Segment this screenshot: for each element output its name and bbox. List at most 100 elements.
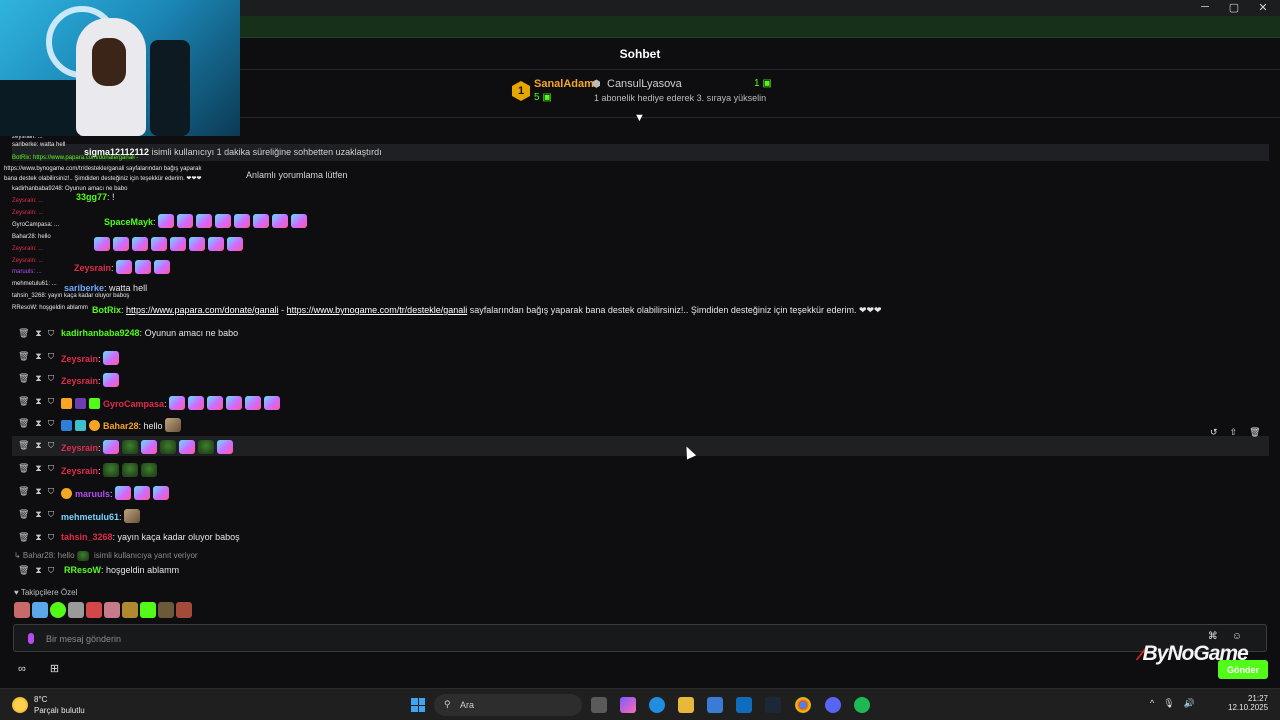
- discord-icon[interactable]: [825, 697, 841, 713]
- minimize-button[interactable]: ─: [1190, 1, 1220, 13]
- emote-icon: [160, 440, 177, 454]
- emote-icon: [165, 418, 182, 432]
- taskbar: 8°C Parçalı bulutlu ⚲ Ara ^🎙🔊 21:27 12.1…: [0, 688, 1280, 720]
- emote-icon: [141, 440, 158, 454]
- reply-reference[interactable]: ↳ Bahar28: hello isimli kullanıcıya yanı…: [14, 551, 198, 561]
- message-tools[interactable]: 🗑⧗⛉: [18, 328, 60, 339]
- emote-option[interactable]: [176, 602, 192, 618]
- emote-icon: [103, 440, 120, 454]
- store-icon[interactable]: [707, 697, 723, 713]
- second-name: CansulLyasova: [607, 78, 682, 90]
- chat-input-box[interactable]: ⌘☺: [13, 624, 1267, 652]
- emote-icon: [154, 260, 171, 274]
- message-user[interactable]: GyroCampasa: [103, 399, 164, 409]
- chat-message[interactable]: 🗑⧗⛉ RResoW: hoşgeldin ablamm: [12, 561, 1269, 581]
- scroll-down-icon[interactable]: ▼: [634, 112, 645, 124]
- emote-option[interactable]: [32, 602, 48, 618]
- message-user[interactable]: maruuls: [75, 489, 110, 499]
- chat-message[interactable]: Zeysrain:: [12, 256, 1269, 276]
- message-user[interactable]: Zeysrain: [61, 443, 98, 453]
- chat-message[interactable]: SpaceMayk:: [12, 210, 1269, 230]
- message-user[interactable]: sariberke: [64, 283, 104, 293]
- copilot-icon[interactable]: [620, 697, 636, 713]
- chat-message[interactable]: 🗑⧗⛉ Zeysrain:: [12, 459, 1269, 479]
- message-user[interactable]: mehmetulu61: [61, 512, 119, 522]
- time: 21:27: [1247, 694, 1268, 703]
- emote-option[interactable]: [122, 602, 138, 618]
- clock[interactable]: 21:27 12.10.2025: [1228, 694, 1268, 712]
- chat-message[interactable]: 🗑⧗⛉ GyroCampasa:: [12, 392, 1269, 412]
- message-tools[interactable]: 🗑⧗⛉: [18, 351, 60, 362]
- emote-option[interactable]: [86, 602, 102, 618]
- message-user[interactable]: Zeysrain: [61, 376, 98, 386]
- chat-message[interactable]: 33gg77: !: [12, 188, 1269, 208]
- emote-icon: [132, 237, 148, 251]
- chat-message[interactable]: 🗑⧗⛉ tahsin_3268: yayın kaça kadar oluyor…: [12, 528, 1269, 548]
- message-tools[interactable]: 🗑⧗⛉: [18, 509, 60, 520]
- start-button[interactable]: [411, 698, 425, 712]
- taskbar-search[interactable]: ⚲ Ara: [434, 694, 582, 716]
- message-user[interactable]: Bahar28: [103, 421, 139, 431]
- chat-input[interactable]: [46, 631, 1196, 647]
- message-tools[interactable]: 🗑⧗⛉: [18, 373, 60, 384]
- chat-message[interactable]: 🗑⧗⛉ Zeysrain:: [12, 347, 1269, 367]
- spotify-icon[interactable]: [854, 697, 870, 713]
- file-explorer-icon[interactable]: [678, 697, 694, 713]
- task-view-icon[interactable]: [591, 697, 607, 713]
- message-actions[interactable]: ↺⇧🗑: [1210, 427, 1276, 444]
- chat-message[interactable]: 🗑⧗⛉ Zeysrain:: [12, 369, 1269, 389]
- message-user[interactable]: Zeysrain: [61, 466, 98, 476]
- message-user[interactable]: RResoW: [64, 565, 101, 575]
- papara-link[interactable]: https://www.papara.com/donate/ganali: [126, 305, 279, 315]
- emote-option[interactable]: [104, 602, 120, 618]
- edge-icon[interactable]: [649, 697, 665, 713]
- send-button[interactable]: Gönder: [1218, 660, 1268, 679]
- emote-icon: [207, 396, 224, 410]
- input-tools[interactable]: ⌘☺: [1208, 631, 1256, 642]
- chat-bottom-tools[interactable]: ∞⊞: [18, 662, 83, 675]
- emote-icon: [253, 214, 270, 228]
- emote-icon: [122, 463, 139, 477]
- message-user[interactable]: BotRix: [92, 305, 121, 315]
- chat-message[interactable]: BotRix: https://www.papara.com/donate/ga…: [12, 301, 1269, 321]
- system-tray[interactable]: ^🎙🔊: [1150, 698, 1204, 709]
- message-tools[interactable]: 🗑⧗⛉: [18, 565, 60, 576]
- emote-option[interactable]: [158, 602, 174, 618]
- message-tools[interactable]: 🗑⧗⛉: [18, 418, 60, 429]
- chat-message[interactable]: 🗑⧗⛉ mehmetulu61:: [12, 505, 1269, 525]
- chat-message[interactable]: [12, 233, 1269, 253]
- message-tools[interactable]: 🗑⧗⛉: [18, 532, 60, 543]
- message-user[interactable]: kadirhanbaba9248: [61, 328, 140, 338]
- emote-picker-bar[interactable]: [14, 602, 194, 618]
- message-tools[interactable]: 🗑⧗⛉: [18, 396, 60, 407]
- steam-icon[interactable]: [765, 697, 781, 713]
- chat-message[interactable]: 🗑⧗⛉ Bahar28: hello: [12, 414, 1269, 434]
- chat-title: Sohbet: [619, 47, 661, 61]
- message-user[interactable]: Zeysrain: [61, 354, 98, 364]
- message-user[interactable]: tahsin_3268: [61, 532, 113, 542]
- chat-message[interactable]: 🗑⧗⛉ kadirhanbaba9248: Oyunun amacı ne ba…: [12, 324, 1269, 344]
- emote-option[interactable]: [68, 602, 84, 618]
- message-user[interactable]: 33gg77: [76, 192, 107, 202]
- message-tools[interactable]: 🗑⧗⛉: [18, 463, 60, 474]
- message-user[interactable]: Zeysrain: [74, 263, 111, 273]
- emote-option[interactable]: [50, 602, 66, 618]
- close-button[interactable]: ✕: [1248, 1, 1278, 14]
- message-tools[interactable]: 🗑⧗⛉: [18, 486, 60, 497]
- outlook-icon[interactable]: [736, 697, 752, 713]
- emote-option[interactable]: [140, 602, 156, 618]
- maximize-button[interactable]: ▢: [1219, 1, 1249, 14]
- message-user[interactable]: SpaceMayk: [104, 217, 153, 227]
- notice-text: isimli kullanıcıyı 1 dakika süreliğine s…: [151, 147, 382, 157]
- chat-message-hovered[interactable]: 🗑⧗⛉ Zeysrain:: [12, 436, 1269, 456]
- message-text: hoşgeldin ablamm: [106, 565, 180, 575]
- message-tools[interactable]: 🗑⧗⛉: [18, 440, 60, 451]
- emote-option[interactable]: [14, 602, 30, 618]
- chat-message[interactable]: sariberke: watta hell: [12, 279, 1269, 299]
- bynogame-link[interactable]: https://www.bynogame.com/tr/destekle/gan…: [287, 305, 468, 315]
- mic-icon[interactable]: [28, 633, 34, 644]
- chrome-icon[interactable]: [795, 697, 811, 713]
- chat-message[interactable]: 🗑⧗⛉ maruuls:: [12, 482, 1269, 502]
- verified-badge-icon: [61, 420, 72, 431]
- level-badge-icon: [61, 488, 72, 499]
